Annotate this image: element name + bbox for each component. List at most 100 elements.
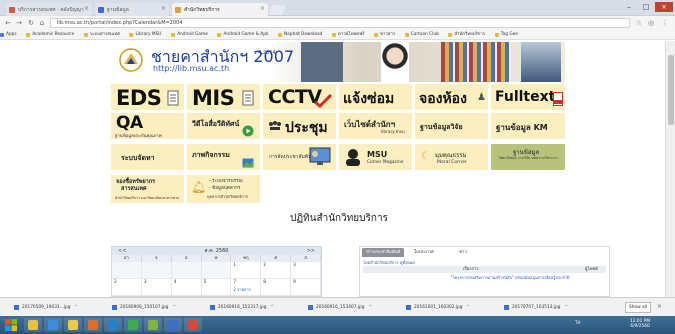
taskbar-app-files[interactable] xyxy=(64,318,82,332)
calendar-day-cell[interactable]: 5 xyxy=(201,279,232,296)
maximize-button[interactable]: □ xyxy=(638,2,654,12)
show-all-downloads-button[interactable]: Show all xyxy=(625,302,651,313)
msu-corner-link[interactable]: MSU Corner Magazine xyxy=(339,144,412,170)
download-item[interactable]: 20160906_150107.jpg ^ xyxy=(112,302,176,313)
taskbar-app-media[interactable] xyxy=(84,318,102,332)
taskbar-app-chrome[interactable] xyxy=(124,318,142,332)
qa-link[interactable]: QA ฐานข้อมูลประกันคุณภาพ xyxy=(111,113,184,139)
next-month-button[interactable]: >> xyxy=(307,247,315,255)
km-db-link[interactable]: ฐานข้อมูล KM xyxy=(491,113,565,139)
thesis-db-link[interactable]: ฐานข้อมูล วิทยานิพนธ์ งานวิจัย บทความวิช… xyxy=(491,144,565,170)
mis-link[interactable]: MIS xyxy=(187,84,260,110)
tray-language[interactable]: TH xyxy=(575,320,580,325)
website-link[interactable]: เว็บไซต์สำนักฯ library.msu xyxy=(339,113,412,139)
bookmark-item[interactable]: Tag Gen xyxy=(494,30,518,39)
meeting-link[interactable]: ประชุม xyxy=(263,113,336,139)
home-icon[interactable]: ⌂ xyxy=(37,18,47,28)
news-meta-link[interactable]: โดยสำนักวิทยบริการ ดูทั้งหมด xyxy=(363,259,415,266)
browser-tab-3-active[interactable]: สำนักวิทยบริการ × xyxy=(172,3,268,16)
scrollbar-thumb[interactable] xyxy=(668,55,674,125)
close-tab-icon[interactable]: × xyxy=(161,5,166,12)
browser-tab-1[interactable]: บริการสารสนเทศ · คลังปัญญา × xyxy=(6,3,92,16)
download-item[interactable]: 20170707_103513.jpg ^ xyxy=(504,302,568,313)
calendar-day-cell[interactable]: 8 xyxy=(261,279,292,296)
app-icon xyxy=(68,320,78,330)
archive-link[interactable]: 🔔︎ - ระบบจารบรรณ - ข้อมูลบุคลากร บุคลากร… xyxy=(187,175,260,203)
forward-arrow-icon[interactable]: → xyxy=(14,18,24,28)
back-arrow-icon[interactable]: ← xyxy=(3,18,13,28)
news-tab-news[interactable]: ข่าว xyxy=(455,248,471,257)
close-window-button[interactable]: × xyxy=(655,2,673,12)
moral-corner-link[interactable]: ☾ มุมคุณธรรม Moral Corner xyxy=(415,144,488,170)
taskbar-app-7[interactable] xyxy=(144,318,162,332)
news-tab-pr[interactable]: ข่าวประชาสัมพันธ์ xyxy=(362,248,405,257)
reload-icon[interactable]: ↻ xyxy=(26,18,36,28)
news-item-link[interactable]: "โครงการส่งเสริมการอ่านสร้างนิสัย" กลับส… xyxy=(440,275,580,280)
bookmark-item[interactable]: Cartoon Club xyxy=(404,30,439,39)
download-filename: 20160916_152317.jpg xyxy=(218,305,267,310)
news-tab-announce[interactable]: ใบประกาศ xyxy=(410,248,438,257)
calendar-day-cell[interactable]: 2 xyxy=(112,279,142,296)
url-input[interactable]: lib.msu.ac.th/portal/index.php?Calendar&… xyxy=(50,18,630,28)
eds-link[interactable]: EDS xyxy=(111,84,184,110)
bookmark-item[interactable]: Android Game & Apk xyxy=(217,30,268,39)
star-icon[interactable]: ☆ xyxy=(634,18,644,28)
minimize-button[interactable]: – xyxy=(621,2,637,12)
download-item[interactable]: 20160916_153407.jpg ^ xyxy=(308,302,372,313)
taskbar-app-ie[interactable] xyxy=(44,318,62,332)
close-tab-icon[interactable]: × xyxy=(260,5,265,12)
calendar-day-cell[interactable]: 4 xyxy=(171,279,202,296)
calendar-day-cell[interactable] xyxy=(141,262,172,279)
calendar-day-cell[interactable]: 3 xyxy=(291,262,321,279)
calendar-day-cell[interactable]: 1 xyxy=(231,262,262,279)
video-link[interactable]: วีดีโอสื่อวีดิทัศน์ xyxy=(187,113,260,139)
pr-link[interactable]: การจัดประชาสัมพันธ์ xyxy=(263,144,336,170)
windows-start-icon[interactable] xyxy=(4,318,18,332)
taskbar-app-9[interactable] xyxy=(184,318,202,332)
bookmark-item[interactable]: Android Game xyxy=(171,30,208,39)
calendar-event-link[interactable]: 2 รายการ xyxy=(233,286,250,293)
bookmark-item[interactable]: Academic Resource xyxy=(26,30,74,39)
taskbar-app-outlook[interactable] xyxy=(104,318,122,332)
bookmark-item[interactable]: ข่าวสาร xyxy=(374,30,395,39)
bookmark-item[interactable]: Library MSU xyxy=(129,30,161,39)
taskbar-app-8[interactable] xyxy=(164,318,182,332)
calendar-heading: ปฏิทินสำนักวิทยบริการ xyxy=(290,213,388,224)
bookmark-item[interactable]: ระบบสารสนเทศ xyxy=(83,30,120,39)
meeting-label: ประชุม xyxy=(285,120,328,136)
bookmark-item[interactable]: ดาวน์โหลดฟรี xyxy=(331,30,364,39)
booking-label: จองห้อง xyxy=(419,91,467,107)
calendar-day-cell[interactable] xyxy=(112,262,142,279)
extension-icon[interactable]: ◎ xyxy=(646,18,656,28)
bookmark-apps[interactable]: Apps xyxy=(0,30,17,39)
browser-tab-2[interactable]: ฐานข้อมูล × xyxy=(95,3,169,16)
fulltext-link[interactable]: Fulltext xyxy=(491,84,565,110)
download-item[interactable]: 20160916_152317.jpg ^ xyxy=(210,302,274,313)
close-download-bar-icon[interactable]: × xyxy=(657,303,662,310)
taskbar-app-explorer[interactable] xyxy=(24,318,42,332)
calendar-day-cell[interactable] xyxy=(171,262,202,279)
calendar-day-cell[interactable] xyxy=(201,262,232,279)
page-scrollbar[interactable] xyxy=(665,41,675,297)
calendar-day-cell[interactable]: 2 xyxy=(261,262,292,279)
calendar-day-cell[interactable]: 72 รายการ xyxy=(231,279,262,296)
activities-link[interactable]: ภาพกิจกรรม xyxy=(187,144,260,170)
menu-icon[interactable]: ⋮ xyxy=(660,18,670,28)
taskbar-clock[interactable]: 12:01 PM 6/9/2560 xyxy=(630,319,650,329)
new-tab-button[interactable] xyxy=(268,5,286,15)
repair-link[interactable]: แจ้งซ่อม xyxy=(339,84,412,110)
resource-reserve-link[interactable]: จองซื้อทรัพยากร สารสนเทศ สำนักวิทยบริการ… xyxy=(111,175,184,203)
close-tab-icon[interactable]: × xyxy=(84,5,89,12)
download-item[interactable]: 20161001_160302.jpg ^ xyxy=(406,302,470,313)
calendar-day-cell[interactable]: 9 xyxy=(291,279,321,296)
cctv-link[interactable]: CCTV xyxy=(263,84,336,110)
bookmark-item[interactable]: Naphat Download xyxy=(278,30,322,39)
bookmark-item[interactable]: สำนักวิทยบริการ xyxy=(448,30,485,39)
procurement-link[interactable]: ระบบจัดหา xyxy=(111,144,184,170)
research-db-link[interactable]: ฐานข้อมูลวิจัย xyxy=(415,113,488,139)
room-booking-link[interactable]: จองห้อง ♟ xyxy=(415,84,488,110)
download-item[interactable]: 20170509_19031...jpg ^ xyxy=(14,302,78,313)
calendar-day-cell[interactable]: 3 xyxy=(141,279,172,296)
prev-month-button[interactable]: << xyxy=(118,247,126,255)
banner-photo xyxy=(441,42,511,82)
